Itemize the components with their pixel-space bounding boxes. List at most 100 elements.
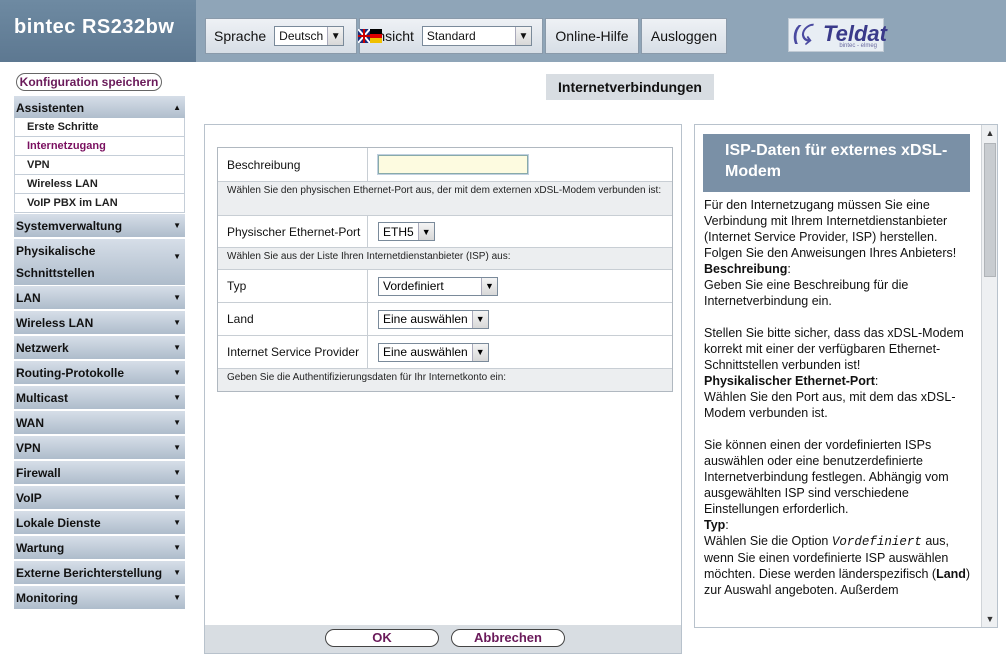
language-label: Sprache bbox=[214, 28, 267, 44]
sidebar-section-wan[interactable]: WAN ▼ bbox=[14, 411, 185, 435]
sidebar-section-label: WAN bbox=[16, 416, 44, 430]
chevron-down-icon: ▼ bbox=[173, 318, 181, 327]
chevron-down-icon: ▼ bbox=[514, 27, 531, 45]
chevron-down-icon: ▼ bbox=[173, 493, 181, 502]
sidebar-section-wireless-lan[interactable]: Wireless LAN ▼ bbox=[14, 311, 185, 335]
sidebar-section-lan[interactable]: LAN ▼ bbox=[14, 286, 185, 310]
sidebar-section-monitoring[interactable]: Monitoring ▼ bbox=[14, 586, 185, 610]
language-control: Sprache Deutsch ▼ bbox=[205, 18, 383, 54]
country-label: Land bbox=[218, 303, 368, 335]
sidebar-item-voip-pbx[interactable]: VoIP PBX im LAN bbox=[14, 194, 185, 213]
isp-select[interactable]: Eine auswählen ▼ bbox=[378, 342, 489, 362]
teldat-logo: (⤹ Teldat bintec - elmeg bbox=[788, 18, 887, 52]
help-body: Für den Internetzugang müssen Sie eine V… bbox=[704, 197, 974, 598]
chevron-down-icon: ▼ bbox=[173, 221, 181, 230]
chevron-down-icon: ▼ bbox=[173, 343, 181, 352]
help-paragraph: Folgen Sie den Anweisungen Ihres Anbiete… bbox=[704, 246, 957, 260]
type-select[interactable]: Vordefiniert ▼ bbox=[378, 276, 498, 296]
view-control: Ansicht Standard ▼ bbox=[359, 18, 543, 54]
sidebar-item-vpn[interactable]: VPN bbox=[14, 156, 185, 175]
chevron-down-icon: ▼ bbox=[173, 518, 181, 527]
sidebar-section-routing-protokolle[interactable]: Routing-Protokolle ▼ bbox=[14, 361, 185, 385]
top-toolbar: Sprache Deutsch ▼ Ansicht Standard ▼ Onl… bbox=[205, 18, 729, 54]
scrollbar-thumb[interactable] bbox=[984, 143, 996, 277]
sidebar-section-label: Multicast bbox=[16, 391, 69, 405]
description-label: Beschreibung bbox=[218, 148, 368, 181]
language-select[interactable]: Deutsch ▼ bbox=[274, 26, 345, 46]
bird-logo-icon: (⤹ bbox=[793, 23, 812, 45]
chevron-down-icon: ▼ bbox=[173, 543, 181, 552]
sidebar-section-label: Wartung bbox=[16, 541, 65, 555]
sidebar-section-assistenten[interactable]: Assistenten ▲ bbox=[14, 96, 185, 120]
form-row-isp: Internet Service Provider Eine auswählen… bbox=[218, 336, 672, 369]
form-row-port: Physischer Ethernet-Port ETH5 ▼ bbox=[218, 216, 672, 248]
sidebar-section-label: Assistenten bbox=[16, 101, 85, 115]
sidebar-section-externe-berichterstellung[interactable]: Externe Berichterstellung ▼ bbox=[14, 561, 185, 585]
sidebar-item-erste-schritte[interactable]: Erste Schritte bbox=[14, 118, 185, 137]
isp-select-value: Eine auswählen bbox=[383, 345, 468, 359]
isp-label: Internet Service Provider bbox=[218, 336, 368, 368]
sidebar-section-vpn[interactable]: VPN ▼ bbox=[14, 436, 185, 460]
sidebar-section-netzwerk[interactable]: Netzwerk ▼ bbox=[14, 336, 185, 360]
help-heading-description: Beschreibung bbox=[704, 262, 788, 276]
scroll-up-icon[interactable]: ▲ bbox=[982, 125, 997, 141]
help-paragraph: Sie können einen der vordefinierten ISPs… bbox=[704, 438, 949, 516]
form-panel: Beschreibung Wählen Sie den physischen E… bbox=[204, 124, 682, 654]
sidebar: Konfiguration speichern Assistenten ▲ Er… bbox=[0, 62, 196, 654]
help-panel: ISP-Daten für externes xDSL-Modem Für de… bbox=[694, 124, 998, 628]
port-label: Physischer Ethernet-Port bbox=[218, 216, 368, 247]
sidebar-section-physikalische-schnittstellen[interactable]: Physikalische Schnittstellen ▼ bbox=[14, 239, 185, 286]
sidebar-item-internetzugang[interactable]: Internetzugang bbox=[14, 137, 185, 156]
type-label: Typ bbox=[218, 270, 368, 302]
chevron-down-icon: ▼ bbox=[173, 418, 181, 427]
view-select-value: Standard bbox=[426, 29, 476, 43]
sidebar-section-label: Firewall bbox=[16, 466, 61, 480]
sidebar-section-label: VoIP bbox=[16, 491, 42, 505]
chevron-down-icon: ▼ bbox=[173, 568, 181, 577]
online-help-button[interactable]: Online-Hilfe bbox=[545, 18, 639, 54]
help-bold: Land bbox=[936, 567, 966, 581]
chevron-down-icon: ▼ bbox=[173, 593, 181, 602]
help-paragraph: Geben Sie eine Beschreibung für die Inte… bbox=[704, 278, 909, 308]
ok-button[interactable]: OK bbox=[325, 629, 439, 647]
form-table: Beschreibung Wählen Sie den physischen E… bbox=[217, 147, 673, 392]
cancel-button[interactable]: Abbrechen bbox=[451, 629, 565, 647]
country-select[interactable]: Eine auswählen ▼ bbox=[378, 309, 489, 329]
form-row-description: Beschreibung bbox=[218, 148, 672, 182]
chevron-up-icon: ▲ bbox=[173, 103, 181, 112]
logo-subtext: bintec - elmeg bbox=[839, 43, 877, 49]
logout-button[interactable]: Ausloggen bbox=[641, 18, 727, 54]
brand-title: bintec RS232bw bbox=[0, 0, 196, 62]
sidebar-item-wireless-lan[interactable]: Wireless LAN bbox=[14, 175, 185, 194]
sidebar-section-label: Wireless LAN bbox=[16, 316, 94, 330]
scroll-down-icon[interactable]: ▼ bbox=[982, 611, 997, 627]
sidebar-section-label: LAN bbox=[16, 291, 41, 305]
view-select[interactable]: Standard ▼ bbox=[421, 26, 532, 46]
chevron-down-icon: ▼ bbox=[173, 468, 181, 477]
help-title: ISP-Daten für externes xDSL-Modem bbox=[703, 134, 970, 192]
save-configuration-button[interactable]: Konfiguration speichern bbox=[16, 73, 162, 91]
header-bar: bintec RS232bw Sprache Deutsch ▼ Ansicht… bbox=[0, 0, 1006, 62]
sidebar-section-wartung[interactable]: Wartung ▼ bbox=[14, 536, 185, 560]
help-paragraph: Wählen Sie den Port aus, mit dem das xDS… bbox=[704, 390, 956, 420]
sidebar-section-label: Physikalische Schnittstellen bbox=[16, 244, 96, 280]
sidebar-section-label: Externe Berichterstellung bbox=[16, 566, 163, 580]
chevron-down-icon: ▼ bbox=[173, 252, 181, 261]
sidebar-section-systemverwaltung[interactable]: Systemverwaltung ▼ bbox=[14, 214, 185, 238]
sidebar-section-label: Netzwerk bbox=[16, 341, 69, 355]
sidebar-section-voip[interactable]: VoIP ▼ bbox=[14, 486, 185, 510]
sidebar-section-multicast[interactable]: Multicast ▼ bbox=[14, 386, 185, 410]
type-select-value: Vordefiniert bbox=[383, 279, 444, 293]
help-scrollbar[interactable]: ▲ ▼ bbox=[981, 125, 997, 627]
chevron-down-icon: ▼ bbox=[173, 293, 181, 302]
help-code: Vordefiniert bbox=[831, 535, 922, 549]
sidebar-section-lokale-dienste[interactable]: Lokale Dienste ▼ bbox=[14, 511, 185, 535]
chevron-down-icon: ▼ bbox=[471, 343, 488, 361]
language-select-value: Deutsch bbox=[279, 29, 324, 43]
isp-hint: Wählen Sie aus der Liste Ihren Internetd… bbox=[218, 248, 672, 270]
help-heading-type: Typ bbox=[704, 518, 726, 532]
sidebar-section-firewall[interactable]: Firewall ▼ bbox=[14, 461, 185, 485]
port-select[interactable]: ETH5 ▼ bbox=[378, 222, 435, 241]
flag-icon[interactable] bbox=[357, 28, 383, 44]
description-input[interactable] bbox=[377, 154, 529, 175]
